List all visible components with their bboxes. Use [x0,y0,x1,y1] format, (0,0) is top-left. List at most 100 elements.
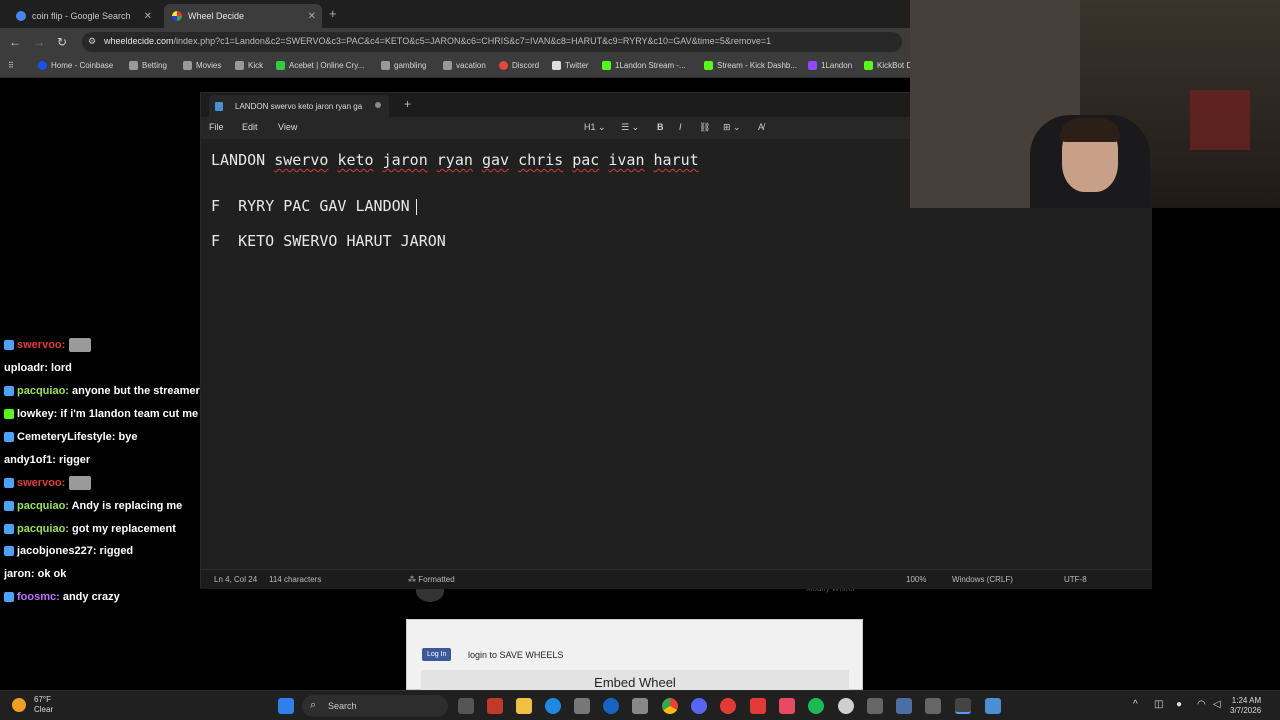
heading-dropdown[interactable]: H1 ⌄ [584,122,606,133]
format-status[interactable]: ⁂ Formatted [408,575,455,584]
word: ivan [608,151,645,169]
word: keto [337,151,374,169]
notepad-statusbar: Ln 4, Col 24 114 characters ⁂ Formatted … [201,569,1153,589]
bold-icon[interactable]: B [657,122,664,132]
menu-edit[interactable]: Edit [242,122,258,132]
clear-format-icon[interactable]: A̸ [758,122,764,132]
reload-icon[interactable]: ↻ [57,35,67,49]
apps-icon[interactable]: ⠿ [8,61,14,70]
menu-file[interactable]: File [209,122,224,132]
bookmark-acebet[interactable]: Acebet | Online Cry... [276,61,364,70]
volume-icon[interactable]: ◁ [1213,699,1221,710]
app-icon-active[interactable] [955,698,971,714]
app-icon-pink[interactable] [779,698,795,714]
new-tab-button[interactable]: + [329,6,337,21]
bookmark-vacation[interactable]: vacation [443,61,486,70]
acebet-icon [276,61,285,70]
bookmark-betting[interactable]: Betting [129,61,167,70]
chrome-icon[interactable] [662,698,678,714]
text-line-1: LANDON swervo keto jaron ryan gav chris … [211,151,699,169]
app-icon-doc[interactable] [896,698,912,714]
webcam-streamer-hair [1060,118,1120,142]
chat-badge-icon [4,340,14,351]
chat-username: CemeteryLifestyle: [17,431,116,443]
start-icon[interactable] [278,698,294,714]
new-tab-button[interactable]: + [404,97,411,111]
close-icon[interactable]: ✕ [308,11,316,22]
system-clock[interactable]: 1:24 AM 3/7/2026 [1230,696,1261,716]
mic-icon[interactable]: ● [1176,699,1182,710]
bookmark-twitter[interactable]: Twitter [552,61,589,70]
obs-icon[interactable] [838,698,854,714]
task-view-icon[interactable] [458,698,474,714]
app-icon-red-circle[interactable] [720,698,736,714]
edge-icon[interactable] [545,698,561,714]
right-panel [1152,208,1280,690]
menu-view[interactable]: View [278,122,297,132]
zoom-level[interactable]: 100% [906,575,926,584]
tab-coin-flip[interactable]: coin flip - Google Search ✕ [8,4,158,28]
network-icon[interactable]: ◫ [1154,699,1163,710]
encoding[interactable]: UTF-8 [1064,575,1087,584]
bookmark-kick-dashboard[interactable]: Stream - Kick Dashb... [704,61,797,70]
forward-icon[interactable]: → [33,35,45,49]
bookmark-kick[interactable]: Kick [235,61,263,70]
store-icon[interactable] [574,698,590,714]
app-icon-red[interactable] [487,698,503,714]
taskbar-search[interactable]: ⌕ Search [302,695,448,717]
chat-username: jaron: [4,568,35,581]
bookmark-1landon[interactable]: 1Landon [808,61,852,70]
table-icon[interactable]: ⊞ ⌄ [723,122,741,133]
list-icon[interactable]: ☰ ⌄ [621,122,639,133]
app-icon-blue[interactable] [603,698,619,714]
chat-message: CemeteryLifestyle: bye [4,426,244,449]
tab-title: coin flip - Google Search [32,11,131,21]
browser-navbar: ← → ↻ ⚙ wheeldecide.com/index.php?c1=Lan… [0,28,910,56]
embed-wheel-button[interactable]: Embed Wheel [421,670,849,691]
site-info-icon[interactable]: ⚙ [88,36,96,47]
spotify-icon[interactable] [808,698,824,714]
notepad-tab[interactable]: LANDON swervo keto jaron ryan ga [209,95,389,117]
chat-message: foosmc: andy crazy [4,586,244,609]
word: ryan [436,151,473,169]
file-explorer-icon[interactable] [516,698,532,714]
save-wheels-panel: Log In login to SAVE WHEELS Embed Wheel [406,619,863,691]
bookmark-1landon-stream[interactable]: 1Landon Stream -... [602,61,686,70]
sun-icon [12,698,26,712]
app-icon-gray[interactable] [867,698,883,714]
bookmark-discord[interactable]: Discord [499,61,539,70]
folder-icon [381,61,390,70]
italic-icon[interactable]: I [679,122,682,132]
word: LANDON [211,151,266,169]
close-icon[interactable]: ✕ [144,11,152,22]
back-icon[interactable]: ← [9,35,21,49]
chat-message: uploadr: lord [4,357,244,380]
unsaved-dot-icon[interactable] [375,102,381,108]
bookmark-coinbase[interactable]: Home - Coinbase [38,61,113,70]
document-icon [215,101,223,111]
tray-chevron-icon[interactable]: ^ [1133,699,1138,710]
folder-icon [129,61,138,70]
weather-widget[interactable]: 67°F Clear [12,695,53,715]
weather-temp: 67°F [34,695,51,704]
address-bar[interactable]: ⚙ wheeldecide.com/index.php?c1=Landon&c2… [82,32,902,52]
settings-icon[interactable] [632,698,648,714]
chat-username: andy1of1: [4,453,56,466]
bookmark-gambling[interactable]: gambling [381,61,426,70]
discord-icon[interactable] [691,698,707,714]
bookmark-movies[interactable]: Movies [183,61,221,70]
facebook-login-button[interactable]: Log In [422,648,452,661]
app-icon-heart[interactable] [750,698,766,714]
link-icon[interactable]: ⛓ [699,122,710,133]
chat-emote-icon [69,475,92,490]
wifi-icon[interactable]: ◠ [1197,699,1206,710]
url-text: wheeldecide.com/index.php?c1=Landon&c2=S… [104,36,772,46]
line-ending[interactable]: Windows (CRLF) [952,575,1013,584]
notepad-icon[interactable] [985,698,1001,714]
calculator-icon[interactable] [925,698,941,714]
markdown-icon: ⁂ [408,575,416,584]
text-caret [415,198,417,215]
taskbar: 67°F Clear ⌕ Search ^ ◫ ● ◠ ◁ 1:24 AM 3/… [0,690,1280,720]
tab-wheel-decide[interactable]: Wheel Decide ✕ [164,4,322,28]
bookmark-kickbot[interactable]: KickBot D [864,61,912,70]
